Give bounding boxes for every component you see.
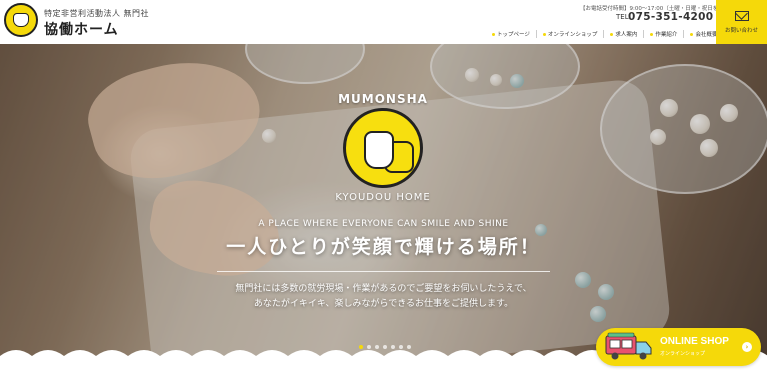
mail-icon [734,10,749,21]
bullet-icon [610,32,614,36]
main-nav: トップページ オンラインショップ 求人案内 作業紹介 会社概要 [486,30,723,38]
hero-slider: MUMONSHA KYOUDOU HOME A PLACE WHERE EVER… [0,44,767,375]
emblem-circle [343,108,423,188]
pearl-image [465,68,479,82]
mumonsha-emblem: MUMONSHA KYOUDOU HOME [333,92,433,222]
hero-tagline-jp: 一人ひとりが笑顔で輝ける場所！ [226,236,541,258]
online-shop-button[interactable]: ONLINE SHOP オンラインショップ › [596,328,761,366]
bullet-icon [650,32,654,36]
online-shop-title: ONLINE SHOP [660,336,729,347]
bullet-icon [492,32,495,36]
site-logo[interactable] [4,3,38,37]
hero-description-line: 無門社には多数の就労現場・作業があるのでご要望をお伺いしたうえで、 [235,284,532,294]
tel-label: TEL [616,13,629,21]
hero-tagline-en: A PLACE WHERE EVERYONE CAN SMILE AND SHI… [258,219,509,229]
hero-description: 無門社には多数の就労現場・作業があるのでご要望をお伺いしたうえで、 あなたがイキ… [0,282,767,312]
phone-number[interactable]: 075-351-4200 [628,11,713,23]
hand-icon [364,131,394,169]
hero-bowl-image [600,64,767,194]
hero-description-line: あなたがイキイキ、楽しみながらできるお仕事をご提供します。 [253,299,514,309]
nav-item-label: オンラインショップ [547,32,598,38]
pearl-image [700,139,718,157]
contact-button[interactable]: お問い合わせ [716,0,767,44]
nav-item-label: 会社概要 [695,32,718,38]
emblem-subtitle: KYOUDOU HOME [335,192,431,203]
hand-image [78,44,272,195]
hero-bowl-image [245,44,365,84]
nav-item-label: トップページ [497,32,530,38]
nav-item-top[interactable]: トップページ [486,30,536,38]
nav-item-label: 作業紹介 [655,32,678,38]
hand-image [143,173,287,285]
pearl-image [262,129,276,143]
site-header: 特定非営利活動法人 無門社 協働ホーム 【お電話受付時間】9:00～17:00（… [0,0,767,44]
nav-item-recruit[interactable]: 求人案内 [603,30,643,38]
pearl-image [690,114,710,134]
online-shop-subtitle: オンラインショップ [660,351,706,357]
bead-image [510,74,524,88]
org-name[interactable]: 協働ホーム [44,19,119,39]
bullet-icon [542,32,546,36]
pearl-image [650,129,666,145]
emblem-title: MUMONSHA [338,92,428,106]
arrow-right-icon: › [742,342,752,352]
nav-item-works[interactable]: 作業紹介 [643,30,683,38]
nav-item-online-shop[interactable]: オンラインショップ [535,30,604,38]
nav-item-label: 求人案内 [615,32,638,38]
truck-icon [605,332,652,360]
bullet-icon [690,32,694,36]
hero-bowl-image [430,44,580,109]
org-subtitle: 特定非営利活動法人 無門社 [44,9,150,18]
pearl-image [660,99,678,117]
pearl-image [490,74,502,86]
pearl-image [720,104,738,122]
hero-divider [217,271,550,272]
logo-hand-icon [13,13,29,27]
contact-label: お問い合わせ [724,27,758,34]
